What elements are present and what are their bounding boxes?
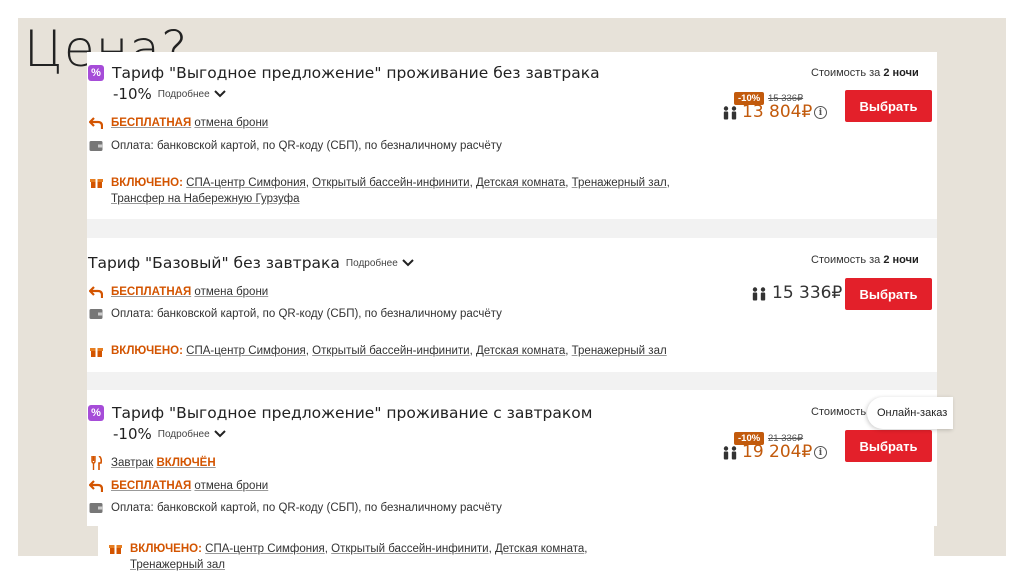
chevron-down-icon[interactable] bbox=[402, 259, 414, 267]
rate-3-title-row: % Тариф "Выгодное предложение" проживани… bbox=[88, 404, 592, 422]
included-item[interactable]: Тренажерный зал bbox=[130, 559, 225, 571]
rate-1-title: Тариф "Выгодное предложение" проживание … bbox=[112, 64, 600, 82]
select-button[interactable]: Выбрать bbox=[845, 90, 932, 122]
cancel-label[interactable]: отмена брони bbox=[194, 480, 268, 492]
included-item[interactable]: СПА-центр Симфония bbox=[186, 345, 306, 357]
included-item[interactable]: Открытый бассейн-инфинити bbox=[312, 177, 469, 189]
gift-icon bbox=[89, 175, 103, 189]
rate-3-cancellation: БЕСПЛАТНАЯ отмена брони bbox=[89, 479, 268, 493]
included-item[interactable]: Детская комната bbox=[476, 345, 565, 357]
rate-2-cancellation: БЕСПЛАТНАЯ отмена брони bbox=[89, 285, 268, 299]
chevron-down-icon[interactable] bbox=[213, 430, 226, 438]
select-button[interactable]: Выбрать bbox=[845, 278, 932, 310]
select-button[interactable]: Выбрать bbox=[845, 430, 932, 462]
info-icon[interactable]: i bbox=[814, 106, 827, 119]
cancel-return-icon bbox=[89, 116, 103, 130]
rate-1-discount-row: -10% Подробнее bbox=[113, 85, 226, 103]
gift-icon bbox=[108, 541, 122, 555]
percent-tag-icon: % bbox=[88, 405, 104, 421]
rate-2-more-link[interactable]: Подробнее bbox=[346, 258, 398, 269]
breakfast-value[interactable]: ВКЛЮЧЁН bbox=[157, 457, 216, 469]
stay-nights: 2 ночи bbox=[883, 67, 919, 79]
rate-1-payment: Оплата: банковской картой, по QR-коду (С… bbox=[89, 139, 502, 153]
cancel-label[interactable]: отмена брони bbox=[194, 117, 268, 129]
payment-label: Оплата: банковской картой, по QR-коду (С… bbox=[111, 308, 502, 320]
guests-icon bbox=[723, 106, 737, 120]
price: 19 204₽ bbox=[742, 442, 813, 462]
gift-icon bbox=[89, 344, 103, 358]
free-label[interactable]: БЕСПЛАТНАЯ bbox=[111, 286, 191, 298]
rate-2-title-row: Тариф "Базовый" без завтрака Подробнее bbox=[88, 254, 414, 272]
stay-prefix: Стоимость за bbox=[811, 67, 881, 79]
included-item[interactable]: Тренажерный зал bbox=[572, 345, 667, 357]
cancel-return-icon bbox=[89, 479, 103, 493]
rate-2-title: Тариф "Базовый" без завтрака bbox=[88, 254, 340, 272]
online-order-tab[interactable]: Онлайн-заказ bbox=[867, 397, 954, 429]
price: 13 804₽ bbox=[742, 102, 813, 122]
rate-3-title: Тариф "Выгодное предложение" проживание … bbox=[112, 404, 593, 422]
rate-3-discount-row: -10% Подробнее bbox=[113, 425, 226, 443]
rate-3-stay-label: Стоимость bbox=[811, 406, 867, 418]
stay-nights: 2 ночи bbox=[883, 254, 919, 266]
fork-knife-icon bbox=[89, 456, 103, 470]
included-item[interactable]: Детская комната bbox=[495, 543, 584, 555]
free-label[interactable]: БЕСПЛАТНАЯ bbox=[111, 480, 191, 492]
guests-icon bbox=[723, 446, 737, 460]
included-label: ВКЛЮЧЕНО: bbox=[111, 177, 183, 189]
rate-1-title-row: % Тариф "Выгодное предложение" проживани… bbox=[88, 64, 600, 82]
included-item[interactable]: Открытый бассейн-инфинити bbox=[312, 345, 469, 357]
percent-tag-icon: % bbox=[88, 65, 104, 81]
rate-1-included: ВКЛЮЧЕНО: СПА-центр Симфония, Открытый б… bbox=[89, 175, 711, 207]
rate-2-included: ВКЛЮЧЕНО: СПА-центр Симфония, Открытый б… bbox=[89, 343, 667, 359]
included-label: ВКЛЮЧЕНО: bbox=[130, 543, 202, 555]
free-label[interactable]: БЕСПЛАТНАЯ bbox=[111, 117, 191, 129]
included-item[interactable]: СПА-центр Симфония bbox=[205, 543, 325, 555]
rate-3-discount: -10% bbox=[113, 425, 152, 443]
rate-1-stay-label: Стоимость за 2 ночи bbox=[811, 67, 919, 79]
rate-3-payment: Оплата: банковской картой, по QR-коду (С… bbox=[89, 501, 502, 515]
card-separator bbox=[87, 372, 937, 390]
included-item[interactable]: Трансфер на Набережную Гурзуфа bbox=[111, 193, 299, 205]
included-label: ВКЛЮЧЕНО: bbox=[111, 345, 183, 357]
info-icon[interactable]: i bbox=[814, 446, 827, 459]
included-item[interactable]: Детская комната bbox=[476, 177, 565, 189]
payment-label: Оплата: банковской картой, по QR-коду (С… bbox=[111, 502, 502, 514]
card-separator bbox=[87, 219, 937, 238]
included-item[interactable]: Тренажерный зал bbox=[572, 177, 667, 189]
guests-icon bbox=[752, 287, 766, 301]
cancel-label[interactable]: отмена брони bbox=[194, 286, 268, 298]
wallet-icon bbox=[89, 501, 103, 515]
breakfast-label[interactable]: Завтрак bbox=[111, 457, 153, 469]
payment-label: Оплата: банковской картой, по QR-коду (С… bbox=[111, 140, 502, 152]
rate-2-payment: Оплата: банковской картой, по QR-коду (С… bbox=[89, 307, 502, 321]
wallet-icon bbox=[89, 307, 103, 321]
rate-3-breakfast: Завтрак ВКЛЮЧЁН bbox=[89, 456, 216, 470]
price: 15 336₽ bbox=[772, 283, 843, 303]
rate-1-more-link[interactable]: Подробнее bbox=[158, 89, 210, 100]
wallet-icon bbox=[89, 139, 103, 153]
included-item[interactable]: Открытый бассейн-инфинити bbox=[331, 543, 488, 555]
rate-2-stay-label: Стоимость за 2 ночи bbox=[811, 254, 919, 266]
stay-prefix: Стоимость за bbox=[811, 254, 881, 266]
chevron-down-icon[interactable] bbox=[213, 90, 226, 98]
included-item[interactable]: СПА-центр Симфония bbox=[186, 177, 306, 189]
rate-3-included: ВКЛЮЧЕНО: СПА-центр Симфония, Открытый б… bbox=[108, 541, 620, 573]
rate-1-cancellation: БЕСПЛАТНАЯ отмена брони bbox=[89, 116, 268, 130]
rate-1-discount: -10% bbox=[113, 85, 152, 103]
cancel-return-icon bbox=[89, 285, 103, 299]
rate-3-more-link[interactable]: Подробнее bbox=[158, 429, 210, 440]
